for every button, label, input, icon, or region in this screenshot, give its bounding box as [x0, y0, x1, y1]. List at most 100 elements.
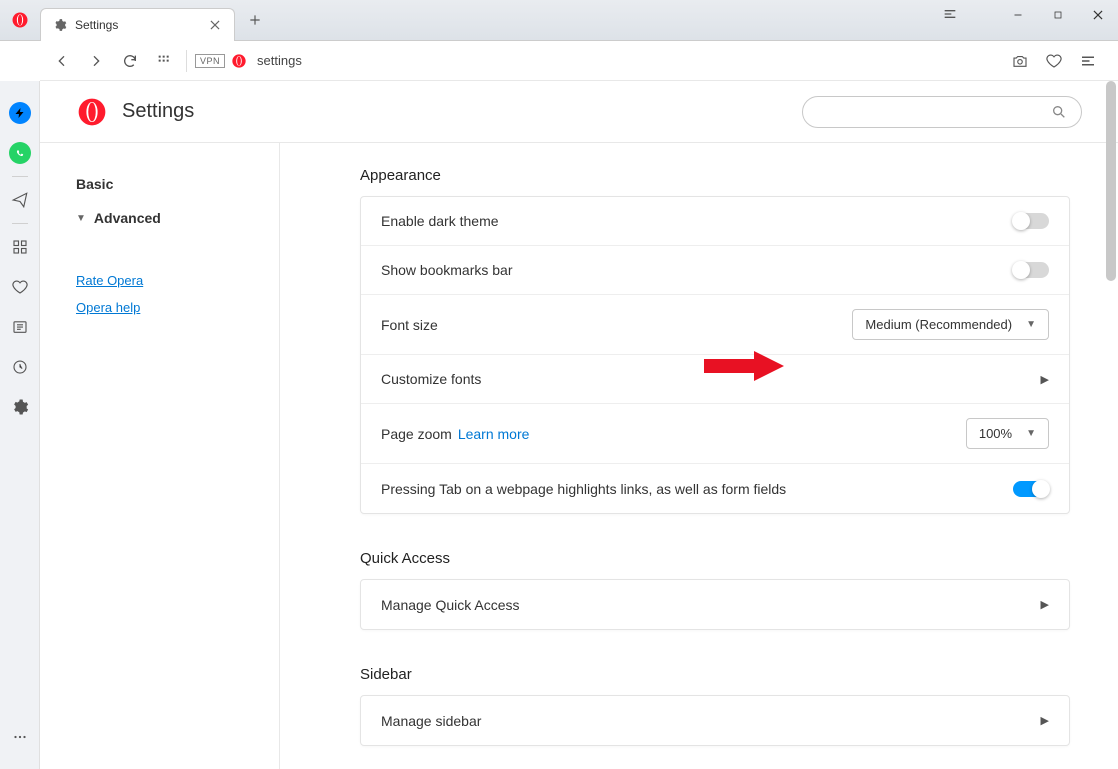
divider: [12, 223, 28, 224]
new-tab-button[interactable]: [241, 6, 269, 34]
chevron-down-icon: ▼: [1026, 319, 1036, 330]
settings-header: Settings: [40, 81, 1118, 143]
gear-icon: [53, 18, 67, 32]
scrollbar-thumb[interactable]: [1106, 81, 1116, 281]
settings-search-input[interactable]: [802, 96, 1082, 128]
nav-label: Basic: [76, 176, 113, 192]
easy-setup-button[interactable]: [1074, 47, 1102, 75]
clock-icon: [11, 358, 29, 376]
setting-label: Pressing Tab on a webpage highlights lin…: [381, 481, 1013, 497]
bookmarks-button[interactable]: [0, 267, 40, 307]
chevron-right-icon: ▶: [1041, 373, 1049, 386]
select-value: Medium (Recommended): [865, 317, 1012, 332]
divider: [12, 176, 28, 177]
select-value: 100%: [979, 426, 1012, 441]
send-icon: [11, 191, 29, 209]
setting-page-zoom: Page zoom Learn more 100% ▼: [361, 404, 1069, 464]
close-window-button[interactable]: [1078, 0, 1118, 30]
tab-menu-button[interactable]: [942, 6, 958, 27]
plus-icon: [248, 13, 262, 27]
chevron-down-icon: ▼: [1026, 428, 1036, 439]
news-button[interactable]: [0, 307, 40, 347]
setting-label: Manage sidebar: [381, 713, 1041, 729]
section-title-quick-access: Quick Access: [360, 550, 1070, 567]
chevron-down-icon: ▼: [76, 213, 86, 224]
setting-label: Font size: [381, 317, 852, 333]
tab-title: Settings: [75, 18, 200, 32]
app-sidebar: [0, 81, 40, 769]
setting-label: Show bookmarks bar: [381, 262, 1013, 278]
browser-tab[interactable]: Settings: [40, 8, 235, 41]
back-button[interactable]: [48, 47, 76, 75]
setting-bookmarks-bar[interactable]: Show bookmarks bar: [361, 246, 1069, 295]
toggle-dark-theme[interactable]: [1013, 213, 1049, 229]
snapshot-button[interactable]: [1006, 47, 1034, 75]
news-icon: [11, 318, 29, 336]
sidebar-card: Manage sidebar ▶: [360, 695, 1070, 746]
section-title-appearance: Appearance: [360, 167, 1070, 184]
forward-icon: [88, 53, 104, 69]
bookmark-heart-button[interactable]: [1040, 47, 1068, 75]
reload-icon: [122, 53, 138, 69]
page-title: Settings: [122, 100, 194, 123]
bolt-icon: [14, 107, 26, 119]
messenger-button[interactable]: [0, 93, 40, 133]
setting-label: Manage Quick Access: [381, 597, 1041, 613]
setting-manage-sidebar[interactable]: Manage sidebar ▶: [361, 696, 1069, 745]
nav-basic[interactable]: Basic: [76, 167, 279, 201]
setting-tab-highlights[interactable]: Pressing Tab on a webpage highlights lin…: [361, 464, 1069, 513]
annotation-arrow-icon: [704, 351, 784, 381]
divider: [186, 50, 187, 72]
minimize-icon: [1011, 8, 1025, 22]
page-zoom-select[interactable]: 100% ▼: [966, 418, 1049, 449]
maximize-button[interactable]: [1038, 0, 1078, 30]
my-flow-button[interactable]: [0, 180, 40, 220]
whatsapp-icon: [9, 142, 31, 164]
minimize-button[interactable]: [998, 0, 1038, 30]
quick-access-card: Manage Quick Access ▶: [360, 579, 1070, 630]
heart-icon: [1045, 52, 1063, 70]
opera-logo-icon: [76, 96, 108, 128]
font-size-select[interactable]: Medium (Recommended) ▼: [852, 309, 1049, 340]
settings-button[interactable]: [0, 387, 40, 427]
dots-icon: [11, 728, 29, 746]
history-button[interactable]: [0, 347, 40, 387]
nav-label: Advanced: [94, 210, 161, 226]
opera-logo-icon: [11, 11, 29, 29]
setting-font-size: Font size Medium (Recommended) ▼: [361, 295, 1069, 355]
reload-button[interactable]: [116, 47, 144, 75]
vpn-badge[interactable]: VPN: [195, 54, 225, 68]
speed-dial-button[interactable]: [0, 227, 40, 267]
forward-button[interactable]: [82, 47, 110, 75]
grid-icon: [156, 53, 172, 69]
address-bar[interactable]: settings: [257, 53, 1006, 68]
messenger-icon: [9, 102, 31, 124]
toggle-bookmarks-bar[interactable]: [1013, 262, 1049, 278]
setting-dark-theme[interactable]: Enable dark theme: [361, 197, 1069, 246]
whatsapp-button[interactable]: [0, 133, 40, 173]
browser-toolbar: VPN settings: [40, 41, 1118, 81]
window-titlebar: Settings: [0, 0, 1118, 41]
close-icon[interactable]: [208, 18, 222, 32]
maximize-icon: [1052, 9, 1064, 21]
search-icon: [1051, 104, 1067, 120]
gear-icon: [11, 398, 29, 416]
opera-help-link[interactable]: Opera help: [76, 294, 279, 321]
more-button[interactable]: [0, 717, 40, 757]
opera-icon: [231, 53, 247, 69]
chevron-right-icon: ▶: [1041, 714, 1049, 727]
section-title-sidebar: Sidebar: [360, 666, 1070, 683]
nav-advanced[interactable]: ▼ Advanced: [76, 201, 279, 235]
rate-opera-link[interactable]: Rate Opera: [76, 267, 279, 294]
learn-more-link[interactable]: Learn more: [458, 426, 530, 442]
settings-content: Appearance Enable dark theme Show bookma…: [280, 143, 1118, 769]
toggle-tab-highlights[interactable]: [1013, 481, 1049, 497]
speed-dial-button[interactable]: [150, 47, 178, 75]
close-icon: [1091, 8, 1105, 22]
back-icon: [54, 53, 70, 69]
opera-menu-button[interactable]: [0, 0, 40, 41]
setting-manage-quick-access[interactable]: Manage Quick Access ▶: [361, 580, 1069, 629]
setting-label: Page zoom: [381, 426, 452, 442]
settings-nav: Basic ▼ Advanced Rate Opera Opera help: [40, 143, 280, 769]
setting-label: Enable dark theme: [381, 213, 1013, 229]
